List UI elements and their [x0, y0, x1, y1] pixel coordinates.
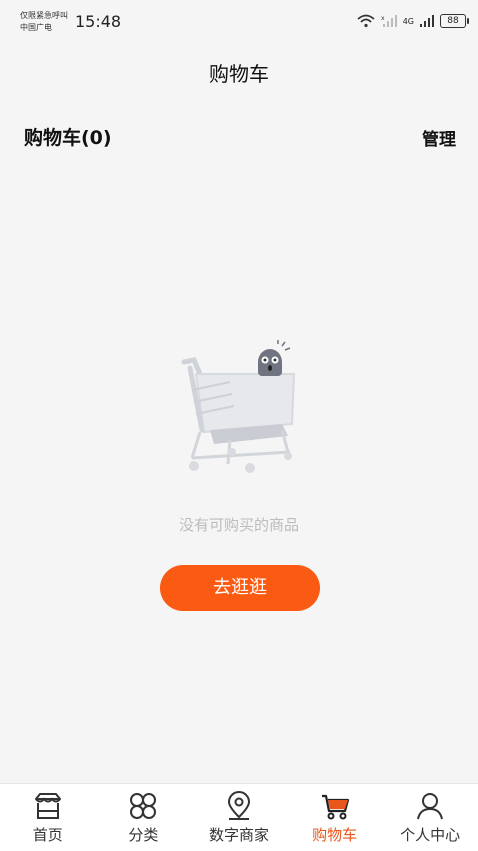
empty-cart-message: 没有可购买的商品 — [178, 516, 299, 534]
wifi-icon — [357, 14, 375, 28]
page-title: 购物车 — [209, 62, 269, 86]
tab-home[interactable]: 首页 — [0, 784, 96, 851]
tab-label: 数字商家 — [208, 826, 269, 844]
tab-label: 购物车 — [312, 826, 358, 844]
svg-text:x: x — [381, 15, 385, 22]
tab-label: 个人中心 — [400, 826, 461, 844]
signal-no-sim-icon: x — [381, 15, 397, 27]
store-icon — [34, 793, 61, 819]
category-icon — [130, 793, 157, 819]
go-shopping-button[interactable]: 去逛逛 — [160, 565, 320, 611]
tab-digital-merchant[interactable]: 数字商家 — [191, 784, 287, 851]
status-bar: 仅限紧急呼叫 中国广电 15:48 x 4G 88 — [0, 0, 478, 46]
network-type: 4G — [402, 16, 414, 26]
status-icons: x 4G 88 — [357, 12, 469, 30]
carrier-line-1: 仅限紧急呼叫 — [20, 11, 68, 20]
clock: 15:48 — [75, 12, 122, 31]
tab-label: 分类 — [128, 826, 159, 844]
cart-count-heading: 购物车(0) — [24, 127, 112, 149]
carrier-line-2: 中国广电 — [20, 23, 52, 32]
carrier-info: 仅限紧急呼叫 中国广电 — [20, 10, 68, 34]
manage-button[interactable]: 管理 — [422, 125, 456, 150]
empty-cart-icon — [181, 340, 296, 473]
person-icon — [417, 793, 444, 820]
tab-label: 首页 — [32, 826, 63, 844]
cart-icon — [321, 794, 349, 820]
bottom-tab-bar: 首页 分类 数字商家 购物车 个人中心 — [0, 783, 478, 851]
battery-icon: 88 — [440, 14, 469, 28]
signal-icon — [420, 15, 434, 27]
location-pin-icon — [227, 791, 250, 820]
tab-cart[interactable]: 购物车 — [287, 784, 383, 851]
tab-profile[interactable]: 个人中心 — [382, 784, 478, 851]
tab-category[interactable]: 分类 — [96, 784, 192, 851]
